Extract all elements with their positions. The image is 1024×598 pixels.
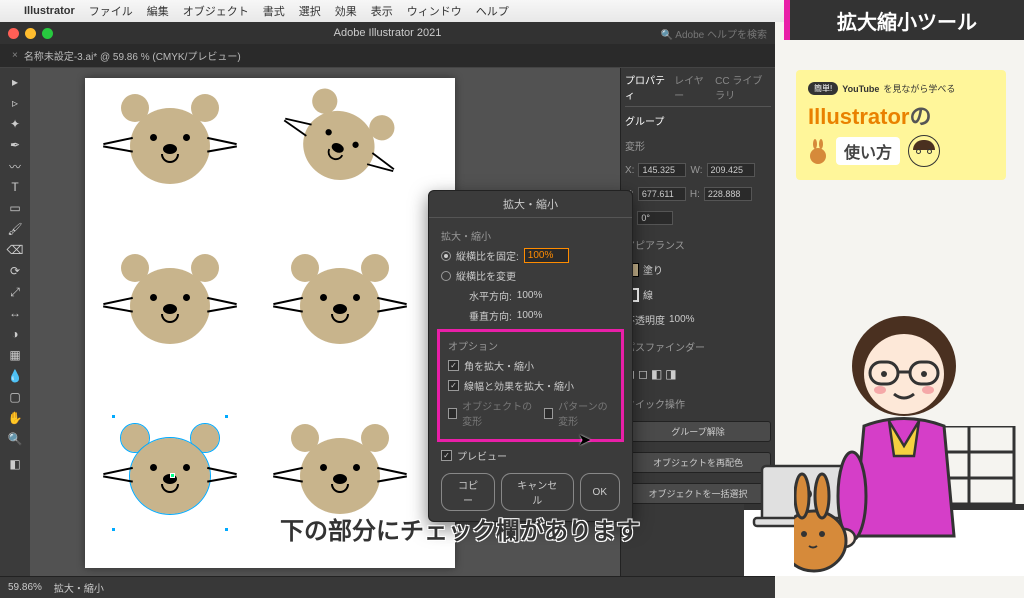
- options-highlight: オプション 角を拡大・縮小 線幅と効果を拡大・縮小 オブジェクトの変形パターンの…: [437, 329, 624, 442]
- document-tab[interactable]: × 名称未設定-3.ai* @ 59.86 % (CMYK/プレビュー): [0, 44, 775, 68]
- menu-help[interactable]: ヘルプ: [476, 3, 509, 19]
- copy-button[interactable]: コピー: [441, 473, 495, 511]
- selection-type: グループ: [625, 113, 771, 128]
- type-tool[interactable]: T: [0, 177, 30, 197]
- menu-effect[interactable]: 効果: [335, 3, 357, 19]
- h-input[interactable]: [704, 187, 752, 201]
- scale-dialog: 拡大・縮小 拡大・縮小 縦横比を固定: 縦横比を変更 水平方向:100% 垂直方…: [428, 190, 633, 522]
- tab-properties[interactable]: プロパティ: [625, 72, 666, 102]
- pf-exclude-icon[interactable]: ◨: [665, 364, 676, 384]
- youtube-card: 簡単!YouTubeを見ながら学べる Illustratorの 使い方: [796, 70, 1006, 180]
- pf-minus-icon[interactable]: ◻: [638, 364, 648, 384]
- close-icon[interactable]: [8, 28, 19, 39]
- scale-strokes-checkbox[interactable]: [448, 380, 459, 391]
- w-input[interactable]: [707, 163, 755, 177]
- minimize-icon[interactable]: [25, 28, 36, 39]
- tutorial-banner: 拡大縮小ツール: [784, 0, 1024, 40]
- pf-intersect-icon[interactable]: ◧: [651, 364, 662, 384]
- curvature-tool[interactable]: 〰: [0, 156, 30, 176]
- bear-graphic[interactable]: [115, 248, 225, 358]
- artboard-tool[interactable]: ▢: [0, 387, 30, 407]
- selection-tool[interactable]: ▸: [0, 72, 30, 92]
- angle-input[interactable]: [637, 211, 673, 225]
- rotate-tool[interactable]: ⟳: [0, 261, 30, 281]
- eyedropper-tool[interactable]: 💧: [0, 366, 30, 386]
- menu-type[interactable]: 書式: [263, 3, 285, 19]
- cursor-icon: ➤: [578, 430, 591, 450]
- pen-tool[interactable]: ✒: [0, 135, 30, 155]
- artboard: [85, 78, 455, 568]
- bear-graphic[interactable]: [285, 248, 395, 358]
- zoom-level[interactable]: 59.86%: [8, 582, 42, 593]
- current-tool: 拡大・縮小: [54, 580, 104, 595]
- scale-tool[interactable]: ⤢: [0, 282, 30, 302]
- x-input[interactable]: [638, 163, 686, 177]
- menu-window[interactable]: ウィンドウ: [407, 3, 462, 19]
- uniform-scale-input[interactable]: [524, 248, 569, 263]
- fill-stroke-icon[interactable]: ◧: [0, 450, 30, 478]
- ok-button[interactable]: OK: [580, 473, 620, 511]
- instructor-avatar-icon: [908, 135, 940, 167]
- status-bar: 59.86% 拡大・縮小: [0, 576, 775, 598]
- shape-builder-tool[interactable]: ◑: [0, 324, 30, 344]
- direct-select-tool[interactable]: ▹: [0, 93, 30, 113]
- close-tab-icon[interactable]: ×: [12, 50, 18, 61]
- window-title: Adobe Illustrator 2021: [334, 27, 442, 39]
- menu-file[interactable]: ファイル: [89, 3, 133, 19]
- illustrator-window: Adobe Illustrator 2021 🔍 Adobe ヘルプを検索 × …: [0, 22, 775, 576]
- mascot-icon: [808, 138, 828, 164]
- cancel-button[interactable]: キャンセル: [501, 473, 574, 511]
- gradient-tool[interactable]: ▦: [0, 345, 30, 365]
- maximize-icon[interactable]: [42, 28, 53, 39]
- preview-checkbox[interactable]: [441, 450, 452, 461]
- menu-view[interactable]: 表示: [371, 3, 393, 19]
- menu-edit[interactable]: 編集: [147, 3, 169, 19]
- transform-patterns-checkbox[interactable]: [544, 408, 553, 419]
- rectangle-tool[interactable]: ▭: [0, 198, 30, 218]
- dialog-title: 拡大・縮小: [429, 191, 632, 218]
- app-name[interactable]: Illustrator: [24, 5, 75, 17]
- uniform-radio[interactable]: [441, 251, 451, 261]
- search-placeholder[interactable]: Adobe ヘルプを検索: [675, 30, 767, 41]
- instructor-character: [794, 296, 994, 576]
- width-tool[interactable]: ↔: [0, 303, 30, 323]
- eraser-tool[interactable]: ⌫: [0, 240, 30, 260]
- scale-corners-checkbox[interactable]: [448, 360, 459, 371]
- y-input[interactable]: [638, 187, 686, 201]
- magic-wand-tool[interactable]: ✦: [0, 114, 30, 134]
- quick-actions: クイック操作: [625, 396, 771, 411]
- nonuniform-radio[interactable]: [441, 271, 451, 281]
- menu-select[interactable]: 選択: [299, 3, 321, 19]
- menu-object[interactable]: オブジェクト: [183, 3, 249, 19]
- paintbrush-tool[interactable]: 🖌: [0, 219, 30, 239]
- transform-section: 変形: [625, 138, 771, 153]
- tab-cclib[interactable]: CC ライブラリ: [715, 72, 771, 102]
- document-name: 名称未設定-3.ai* @ 59.86 % (CMYK/プレビュー): [24, 48, 241, 63]
- appearance-section: アピアランス: [625, 237, 771, 252]
- zoom-tool[interactable]: 🔍: [0, 429, 30, 449]
- pathfinder-section: パスファインダー: [625, 339, 771, 354]
- bear-graphic[interactable]: [115, 88, 225, 198]
- hand-tool[interactable]: ✋: [0, 408, 30, 428]
- bear-graphic-selected[interactable]: [115, 418, 225, 528]
- subtitle-text: 下の部分にチェック欄があります: [280, 511, 640, 546]
- tools-panel: ▸ ▹ ✦ ✒ 〰 T ▭ 🖌 ⌫ ⟳ ⤢ ↔ ◑ ▦ 💧 ▢ ✋ 🔍 ◧: [0, 68, 30, 576]
- titlebar: Adobe Illustrator 2021 🔍 Adobe ヘルプを検索: [0, 22, 775, 44]
- bear-graphic[interactable]: [274, 77, 406, 209]
- transform-objects-checkbox[interactable]: [448, 408, 457, 419]
- tab-layers[interactable]: レイヤー: [674, 72, 707, 102]
